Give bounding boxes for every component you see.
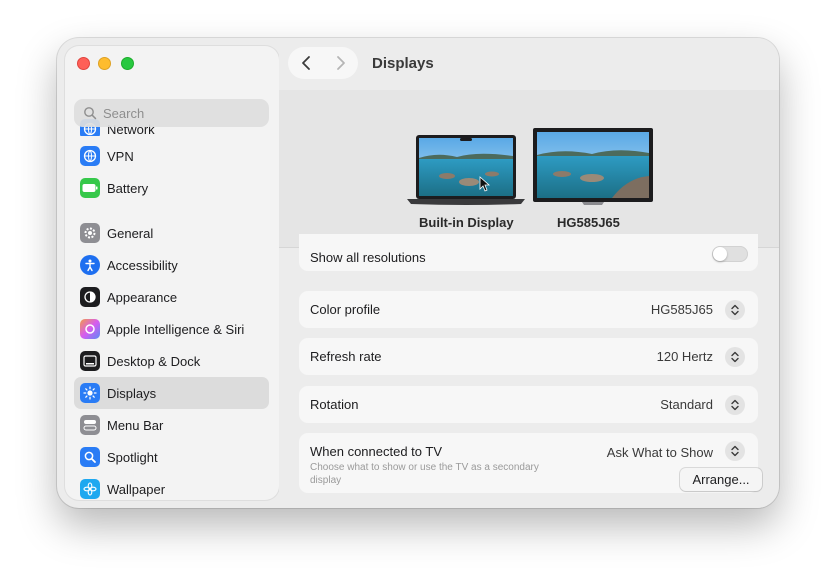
refresh-rate-popup-icon[interactable] — [725, 346, 745, 367]
tv-description: Choose what to show or use the TV as a s… — [310, 462, 539, 486]
refresh-rate-label: Refresh rate — [310, 349, 382, 364]
hg585j65-display-thumbnail[interactable] — [532, 128, 654, 206]
color-profile-popup-icon[interactable] — [725, 299, 745, 320]
minimize-window-button[interactable] — [98, 57, 111, 70]
sidebar-item-label: Battery — [107, 180, 149, 196]
refresh-rate-value[interactable]: 120 Hertz — [657, 349, 713, 364]
tv-popup-icon[interactable] — [725, 441, 745, 461]
sidebar-item-label: Displays — [107, 385, 157, 401]
arrange-button[interactable]: Arrange... — [680, 468, 762, 491]
sidebar-item-label: Apple Intelligence & Siri — [107, 321, 245, 337]
rotation-row[interactable]: Rotation Standard — [299, 386, 758, 423]
page-title: Displays — [372, 55, 434, 72]
built-in-display-label[interactable]: Built-in Display — [419, 215, 514, 230]
sidebar-item-siri[interactable]: Apple Intelligence & Siri — [74, 313, 269, 345]
color-profile-row[interactable]: Color profile HG585J65 — [299, 291, 758, 328]
sidebar-item-displays[interactable]: Displays — [74, 377, 269, 409]
navigation-buttons — [288, 47, 358, 79]
zoom-window-button[interactable] — [121, 57, 134, 70]
sidebar-item-label: Menu Bar — [107, 417, 164, 433]
sidebar-item-accessibility[interactable]: Accessibility — [74, 249, 269, 281]
back-button[interactable] — [288, 47, 323, 79]
color-profile-label: Color profile — [310, 302, 381, 317]
built-in-display-thumbnail[interactable] — [407, 132, 525, 206]
chevron-left-icon — [301, 56, 310, 70]
close-window-button[interactable] — [77, 57, 90, 70]
rotation-label: Rotation — [310, 397, 359, 412]
vpn-icon — [80, 146, 100, 166]
sidebar: Network VPN Battery General Accessibilit… — [65, 46, 279, 500]
accessibility-icon — [80, 255, 100, 275]
sidebar-item-vpn[interactable]: VPN — [74, 140, 269, 172]
color-profile-value[interactable]: HG585J65 — [651, 302, 713, 317]
refresh-rate-row[interactable]: Refresh rate 120 Hertz — [299, 338, 758, 375]
siri-icon — [80, 319, 100, 339]
sidebar-item-label: Accessibility — [107, 257, 178, 273]
sidebar-item-appearance[interactable]: Appearance — [74, 281, 269, 313]
desktop-dock-icon — [80, 351, 100, 371]
settings-window: Network VPN Battery General Accessibilit… — [57, 38, 779, 508]
appearance-icon — [80, 287, 100, 307]
sidebar-item-label: Appearance — [107, 289, 178, 305]
search-icon — [84, 107, 97, 120]
show-all-resolutions-label: Show all resolutions — [310, 250, 426, 265]
display-preview: Built-in Display HG585J65 — [279, 90, 779, 248]
sidebar-item-general[interactable]: General — [74, 217, 269, 249]
wallpaper-icon — [80, 479, 100, 499]
battery-icon — [80, 178, 100, 198]
sidebar-item-menu-bar[interactable]: Menu Bar — [74, 409, 269, 441]
menu-bar-icon — [80, 415, 100, 435]
sidebar-item-label: VPN — [107, 148, 134, 164]
gear-icon — [80, 223, 100, 243]
forward-button[interactable] — [323, 47, 358, 79]
rotation-popup-icon[interactable] — [725, 394, 745, 415]
spotlight-icon — [80, 447, 100, 467]
sidebar-item-desktop-dock[interactable]: Desktop & Dock — [74, 345, 269, 377]
sidebar-item-label: General — [107, 225, 154, 241]
search-field[interactable]: Search — [74, 99, 269, 127]
sidebar-item-label: Spotlight — [107, 449, 158, 465]
show-all-resolutions-row: Show all resolutions — [299, 234, 758, 271]
show-all-resolutions-toggle[interactable] — [712, 246, 748, 262]
toolbar: Displays — [279, 38, 779, 90]
chevron-right-icon — [336, 56, 345, 70]
tv-label: When connected to TV — [310, 444, 443, 459]
rotation-value[interactable]: Standard — [660, 397, 713, 412]
search-placeholder: Search — [103, 105, 145, 121]
sidebar-item-wallpaper[interactable]: Wallpaper — [74, 473, 269, 500]
tv-value[interactable]: Ask What to Show — [607, 445, 713, 460]
sidebar-item-battery[interactable]: Battery — [74, 172, 269, 204]
sidebar-item-label: Desktop & Dock — [107, 353, 201, 369]
sidebar-item-spotlight[interactable]: Spotlight — [74, 441, 269, 473]
hg585j65-display-label[interactable]: HG585J65 — [557, 215, 620, 230]
displays-icon — [80, 383, 100, 403]
sidebar-item-label: Wallpaper — [107, 481, 166, 497]
